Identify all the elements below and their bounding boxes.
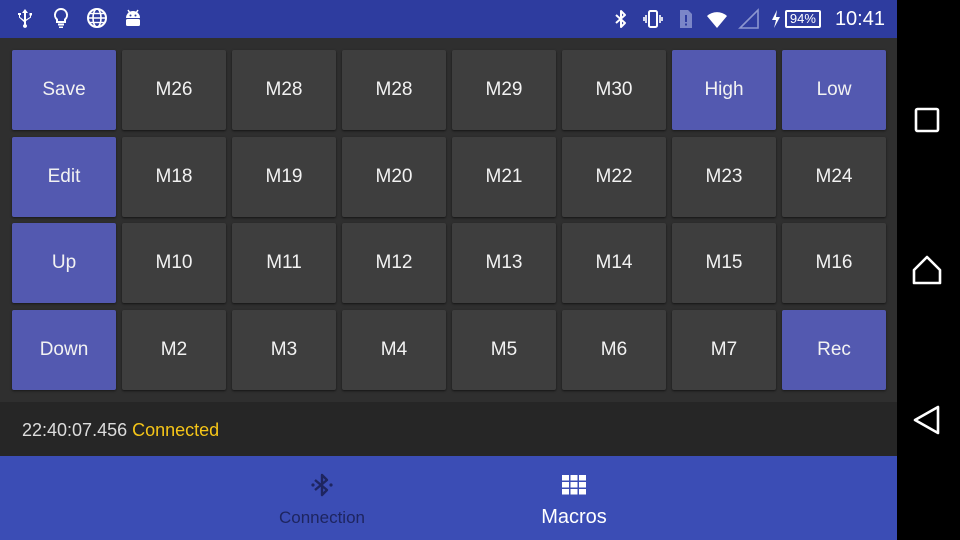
macro-button-m6[interactable]: M6 [562,309,666,390]
macro-button-m4[interactable]: M4 [342,309,446,390]
home-icon [912,255,942,285]
macro-button-m20[interactable]: M20 [342,136,446,217]
recents-icon [914,107,940,133]
macro-button-m28[interactable]: M28 [342,50,446,130]
macro-button-high[interactable]: High [672,50,776,130]
macro-button-m5[interactable]: M5 [452,309,556,390]
macro-button-m10[interactable]: M10 [122,223,226,303]
status-bar: 94% 10:41 [0,0,897,38]
macro-button-m3[interactable]: M3 [232,309,336,390]
macro-button-m23[interactable]: M23 [672,136,776,217]
recents-button[interactable] [911,104,943,136]
macro-button-save[interactable]: Save [12,50,116,130]
macro-button-edit[interactable]: Edit [12,136,116,217]
log-timestamp: 22:40:07.456 [22,420,128,440]
nav-macros[interactable]: Macros [514,456,634,540]
wifi-icon [706,8,728,30]
bottom-navigation: Connection Macros [0,456,897,540]
log-bar: 22:40:07.456 Connected [0,402,897,456]
macro-button-m30[interactable]: M30 [562,50,666,130]
android-icon [122,7,144,29]
macro-button-m19[interactable]: M19 [232,136,336,217]
macro-button-m21[interactable]: M21 [452,136,556,217]
sim-alert-icon [674,8,696,30]
macro-button-m7[interactable]: M7 [672,309,776,390]
macro-button-low[interactable]: Low [782,50,886,130]
home-button[interactable] [911,254,943,286]
bluetooth-icon [610,8,632,30]
log-line: 22:40:07.456 Connected [22,420,219,441]
battery-percent: 94% [784,10,821,28]
vibrate-icon [642,8,664,30]
battery-indicator: 94% [770,8,821,30]
clock: 10:41 [834,7,885,30]
macro-button-m28[interactable]: M28 [232,50,336,130]
macro-app: 94% 10:41 Save M26 M28 M28 M29 M30 High Low Edit… [0,0,897,540]
nav-macros-label: Macros [541,506,607,528]
macro-button-m2[interactable]: M2 [122,309,226,390]
connection-status: Connected [132,420,220,440]
macro-button-rec[interactable]: Rec [782,309,886,390]
lightbulb-icon [50,7,72,29]
nav-connection[interactable]: Connection [262,456,382,540]
grid-icon [559,470,589,500]
globe-icon [86,7,108,29]
macro-button-m14[interactable]: M14 [562,223,666,303]
macro-button-down[interactable]: Down [12,309,116,390]
back-button[interactable] [911,404,943,436]
back-icon [913,405,940,435]
system-navigation-bar [897,0,960,540]
macro-button-m24[interactable]: M24 [782,136,886,217]
signal-icon [737,8,760,30]
macro-button-m13[interactable]: M13 [452,223,556,303]
macro-button-m22[interactable]: M22 [562,136,666,217]
macro-grid: Save M26 M28 M28 M29 M30 High Low Edit M18 M19 M20 M… [12,50,886,390]
nav-connection-label: Connection [278,508,365,527]
usb-icon [14,7,36,29]
macro-button-m15[interactable]: M15 [672,223,776,303]
macro-button-m16[interactable]: M16 [782,223,886,303]
macro-button-m29[interactable]: M29 [452,50,556,130]
macro-button-up[interactable]: Up [12,223,116,303]
macro-button-m11[interactable]: M11 [232,223,336,303]
bluetooth-icon [307,470,337,500]
macro-button-m12[interactable]: M12 [342,223,446,303]
macro-button-m18[interactable]: M18 [122,136,226,217]
macro-button-m26[interactable]: M26 [122,50,226,130]
charging-icon [770,8,782,30]
